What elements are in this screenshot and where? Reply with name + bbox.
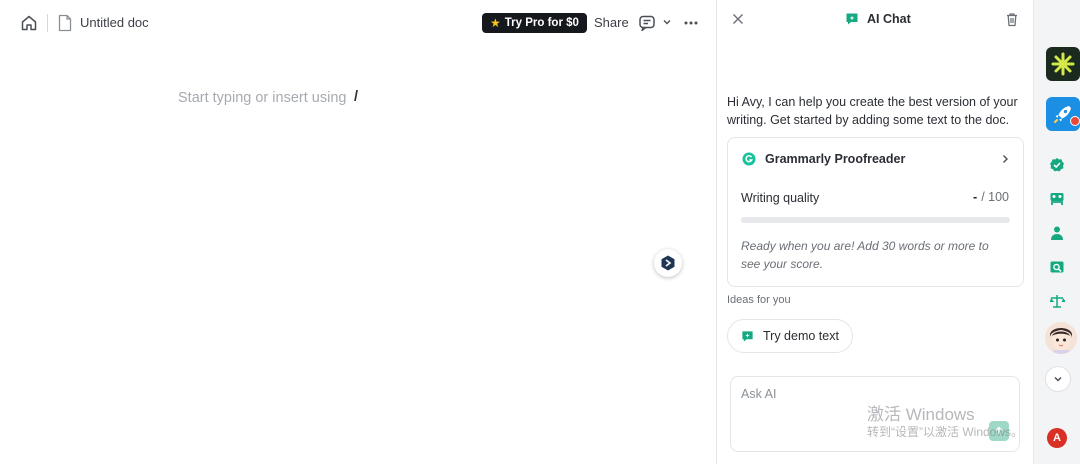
windows-watermark-subtitle: 转到“设置”以激活 Windows。 [867,425,1024,439]
try-pro-button[interactable]: ★ Try Pro for $0 [482,13,587,33]
document-icon [58,14,72,32]
trash-icon[interactable] [1005,12,1019,27]
team-icon [1050,193,1064,205]
hexagon-logo-icon [661,255,675,271]
search-document-icon [1050,261,1064,273]
ideas-label: Ideas for you [727,294,791,306]
strip-app-rocket[interactable] [1046,97,1080,131]
score-value: - [973,190,978,204]
sparkle-burst-icon [1051,52,1075,76]
writing-quality-score: -/ 100 [973,190,1009,204]
home-icon[interactable] [20,14,38,32]
strip-verified[interactable] [1046,154,1068,176]
close-icon[interactable] [731,12,745,26]
try-pro-label: Try Pro for $0 [504,17,579,29]
windows-watermark-title: 激活 Windows [867,405,975,424]
scales-icon [1049,295,1065,308]
chat-header: AI Chat [845,12,911,26]
grammarly-logo-icon [742,152,756,166]
ai-sparkle-icon [742,330,753,342]
more-icon[interactable] [682,14,700,32]
proofreader-hint: Ready when you are! Add 30 words or more… [741,239,989,271]
app-sidebar-strip: A [1033,0,1080,464]
proofreader-card: Grammarly Proofreader Writing quality - /… [727,137,1024,287]
proofreader-header[interactable]: Grammarly Proofreader [742,151,1010,167]
ai-chat-icon [846,13,858,25]
account-badge[interactable]: A [1047,428,1067,448]
editor-placeholder: Start typing or insert using [178,90,347,106]
chevron-down-icon[interactable] [661,16,673,28]
strip-search-doc[interactable] [1046,256,1068,278]
ai-chat-panel: AI Chat Hi Avy, I can help you create th… [716,0,1033,464]
ask-ai-input[interactable] [741,387,981,401]
strip-app-sparkle[interactable] [1046,47,1080,81]
chat-title: AI Chat [867,12,911,26]
strip-balance[interactable] [1046,290,1068,312]
toolbar-divider [47,14,48,32]
strip-expand-button[interactable] [1045,366,1071,392]
document-title[interactable]: Untitled doc [80,15,149,30]
share-button[interactable]: Share [594,15,629,30]
slash-command-hint: / [354,89,359,105]
star-icon: ★ [490,16,501,30]
avatar-illustration [1045,322,1077,354]
comment-icon[interactable] [638,14,656,32]
writing-quality-progress [741,217,1010,223]
chat-greeting: Hi Avy, I can help you create the best v… [727,95,1018,127]
editor-area[interactable]: Untitled doc ★ Try Pro for $0 Share Star… [0,0,716,464]
writing-quality-label: Writing quality [741,191,820,205]
chevron-down-icon [1054,376,1062,382]
user-avatar[interactable] [1045,322,1077,354]
chevron-right-icon [1003,155,1008,163]
floating-assistant-button[interactable] [654,249,682,277]
try-demo-text-button[interactable]: Try demo text [727,319,853,353]
score-max: / 100 [981,190,1009,204]
person-icon [1051,226,1063,240]
demo-label: Try demo text [763,329,839,343]
strip-team[interactable] [1046,188,1068,210]
proofreader-title: Grammarly Proofreader [765,152,906,166]
verified-badge-icon [1050,158,1064,172]
editor-toolbar: Untitled doc ★ Try Pro for $0 Share [0,0,716,46]
notification-dot [1070,116,1080,126]
strip-profile[interactable] [1046,222,1068,244]
